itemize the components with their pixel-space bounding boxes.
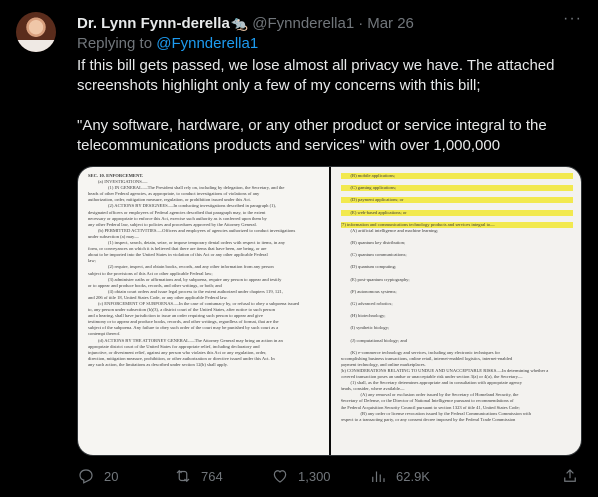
view-count: 62.9K (396, 468, 430, 484)
author-handle[interactable]: @Fynnderella1 (252, 15, 354, 32)
reply-button[interactable]: 20 (77, 466, 118, 486)
replying-to: Replying to @Fynnderella1 (77, 35, 258, 52)
heart-icon (273, 470, 287, 483)
bill-text-left: SEC. 10. ENFORCEMENT. (a) INVESTIGATIONS.… (88, 173, 321, 368)
reply-count: 20 (104, 468, 119, 484)
replying-to-label: Replying to (77, 35, 153, 52)
bill-text-right: (B) mobile applications; (C) gaming appl… (340, 173, 573, 423)
tweet-text: If this bill gets passed, we lose almost… (77, 56, 587, 156)
attached-media[interactable]: SEC. 10. ENFORCEMENT. (a) INVESTIGATIONS.… (77, 166, 582, 456)
like-count: 1,300 (298, 468, 331, 484)
retweet-count: 764 (201, 468, 223, 484)
tweet-paragraph-2: "Any software, hardware, or any other pr… (77, 117, 547, 154)
action-bar: 20 764 1,300 62.9K (77, 466, 582, 486)
tweet-date[interactable]: Mar 26 (367, 15, 414, 32)
avatar[interactable] (16, 12, 56, 52)
more-options-icon[interactable]: ··· (563, 11, 581, 32)
share-icon (564, 469, 576, 482)
author-name[interactable]: Dr. Lynn Fynn-derella (77, 15, 230, 32)
reply-icon (79, 469, 93, 484)
bill-right-line: respect to a transacting party, or any c… (340, 416, 516, 422)
like-button[interactable]: 1,300 (271, 466, 331, 486)
tweet-paragraph-1: If this bill gets passed, we lose almost… (77, 57, 555, 94)
replying-to-handle[interactable]: @Fynnderella1 (156, 35, 258, 52)
tweet-header: Dr. Lynn Fynn-derella 🐀 @Fynnderella1 · … (77, 13, 414, 33)
share-button[interactable] (561, 466, 579, 486)
screenshot-right[interactable]: (B) mobile applications; (C) gaming appl… (330, 167, 581, 455)
tweet[interactable]: Dr. Lynn Fynn-derella 🐀 @Fynnderella1 · … (0, 0, 598, 497)
retweet-icon (176, 469, 190, 483)
rat-emoji: 🐀 (230, 14, 249, 31)
views-icon (372, 471, 385, 482)
screenshot-left[interactable]: SEC. 10. ENFORCEMENT. (a) INVESTIGATIONS.… (78, 167, 331, 455)
separator-dot: · (358, 14, 364, 32)
bill-left-line: any such action, the limitations as desc… (88, 361, 228, 367)
retweet-button[interactable]: 764 (174, 466, 223, 486)
views-button[interactable]: 62.9K (369, 466, 430, 486)
